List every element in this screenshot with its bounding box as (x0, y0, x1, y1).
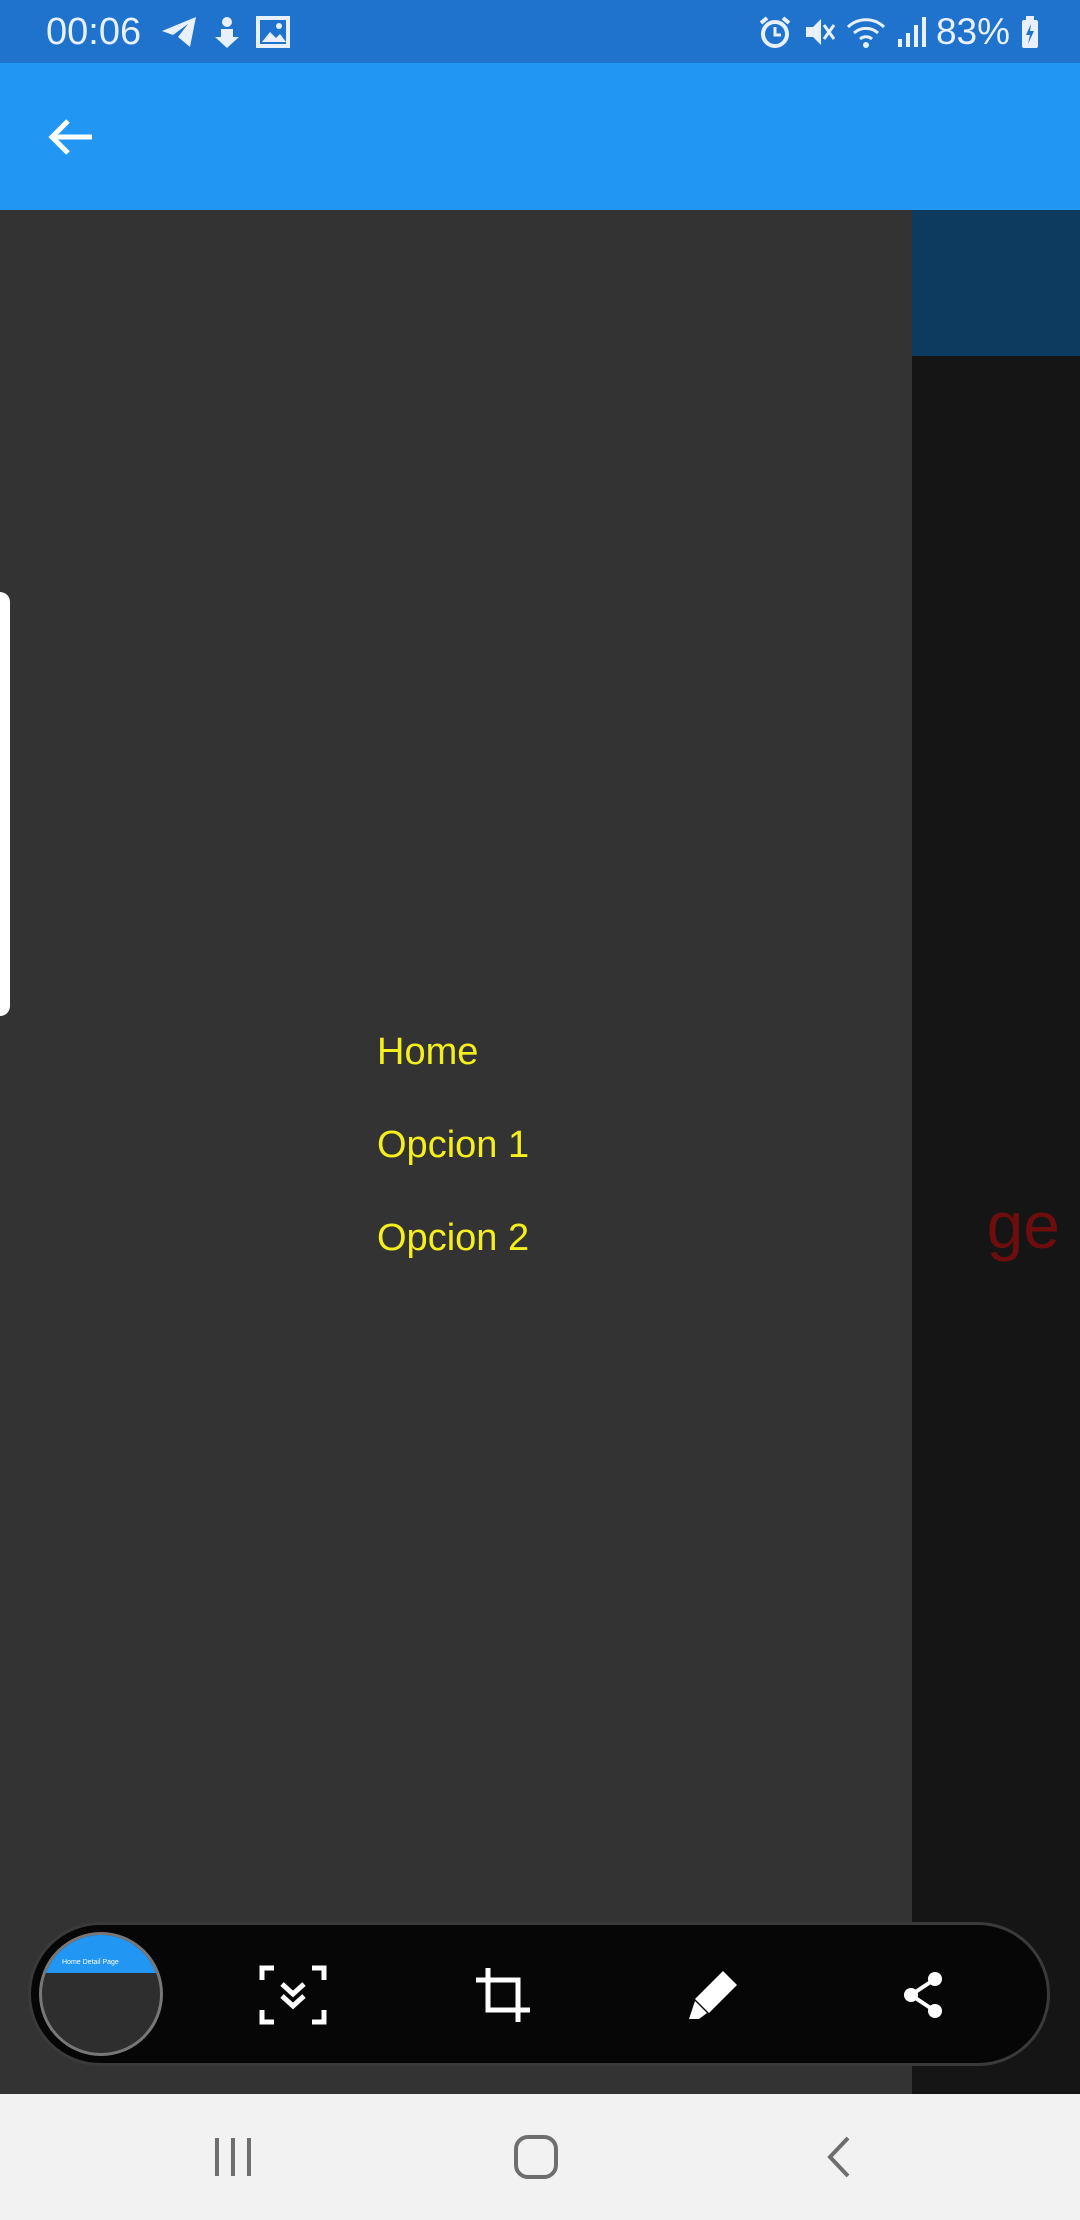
app-bar (0, 63, 1080, 210)
screenshot-thumbnail[interactable]: Home Detail Page (39, 1932, 163, 2056)
back-icon[interactable] (798, 2124, 878, 2190)
system-icons: 83% (758, 10, 1040, 54)
thumbnail-app-bar (42, 1935, 160, 1973)
notification-icons (160, 12, 290, 52)
drawer-item-home[interactable]: Home (377, 1030, 529, 1123)
recent-apps-icon[interactable] (193, 2124, 273, 2190)
telegram-icon (160, 15, 198, 49)
scroll-capture-icon[interactable] (255, 1957, 331, 2033)
alarm-icon (758, 15, 792, 49)
arrow-back-icon[interactable] (40, 107, 100, 167)
share-icon[interactable] (885, 1957, 961, 2033)
vibrate-icon (802, 15, 836, 49)
status-time: 00:06 (46, 11, 142, 53)
crop-icon[interactable] (465, 1957, 541, 2033)
signal-icon (896, 15, 926, 49)
drawer-item-opcion-1[interactable]: Opcion 1 (377, 1123, 529, 1216)
screen: 00:06 83% ge Home Opcion 1 Opcion 2 Home… (0, 0, 1080, 2220)
wifi-icon (846, 15, 886, 49)
edge-panel-handle[interactable] (0, 592, 10, 1016)
draw-icon[interactable] (675, 1957, 751, 2033)
battery-percentage: 83% (935, 11, 1010, 52)
download-icon (212, 15, 242, 49)
battery-charging-icon (1020, 15, 1040, 49)
navigation-drawer: Home Opcion 1 Opcion 2 (0, 210, 912, 2094)
thumbnail-title: Home Detail Page (62, 1959, 119, 1966)
gallery-icon (256, 16, 290, 48)
navigation-bar (0, 2094, 1080, 2220)
drawer-menu: Home Opcion 1 Opcion 2 (377, 1030, 529, 1309)
home-icon[interactable] (496, 2124, 576, 2190)
status-bar: 00:06 83% (0, 0, 1080, 63)
screenshot-toolbar: Home Detail Page (28, 1922, 1050, 2066)
drawer-item-opcion-2[interactable]: Opcion 2 (377, 1216, 529, 1309)
